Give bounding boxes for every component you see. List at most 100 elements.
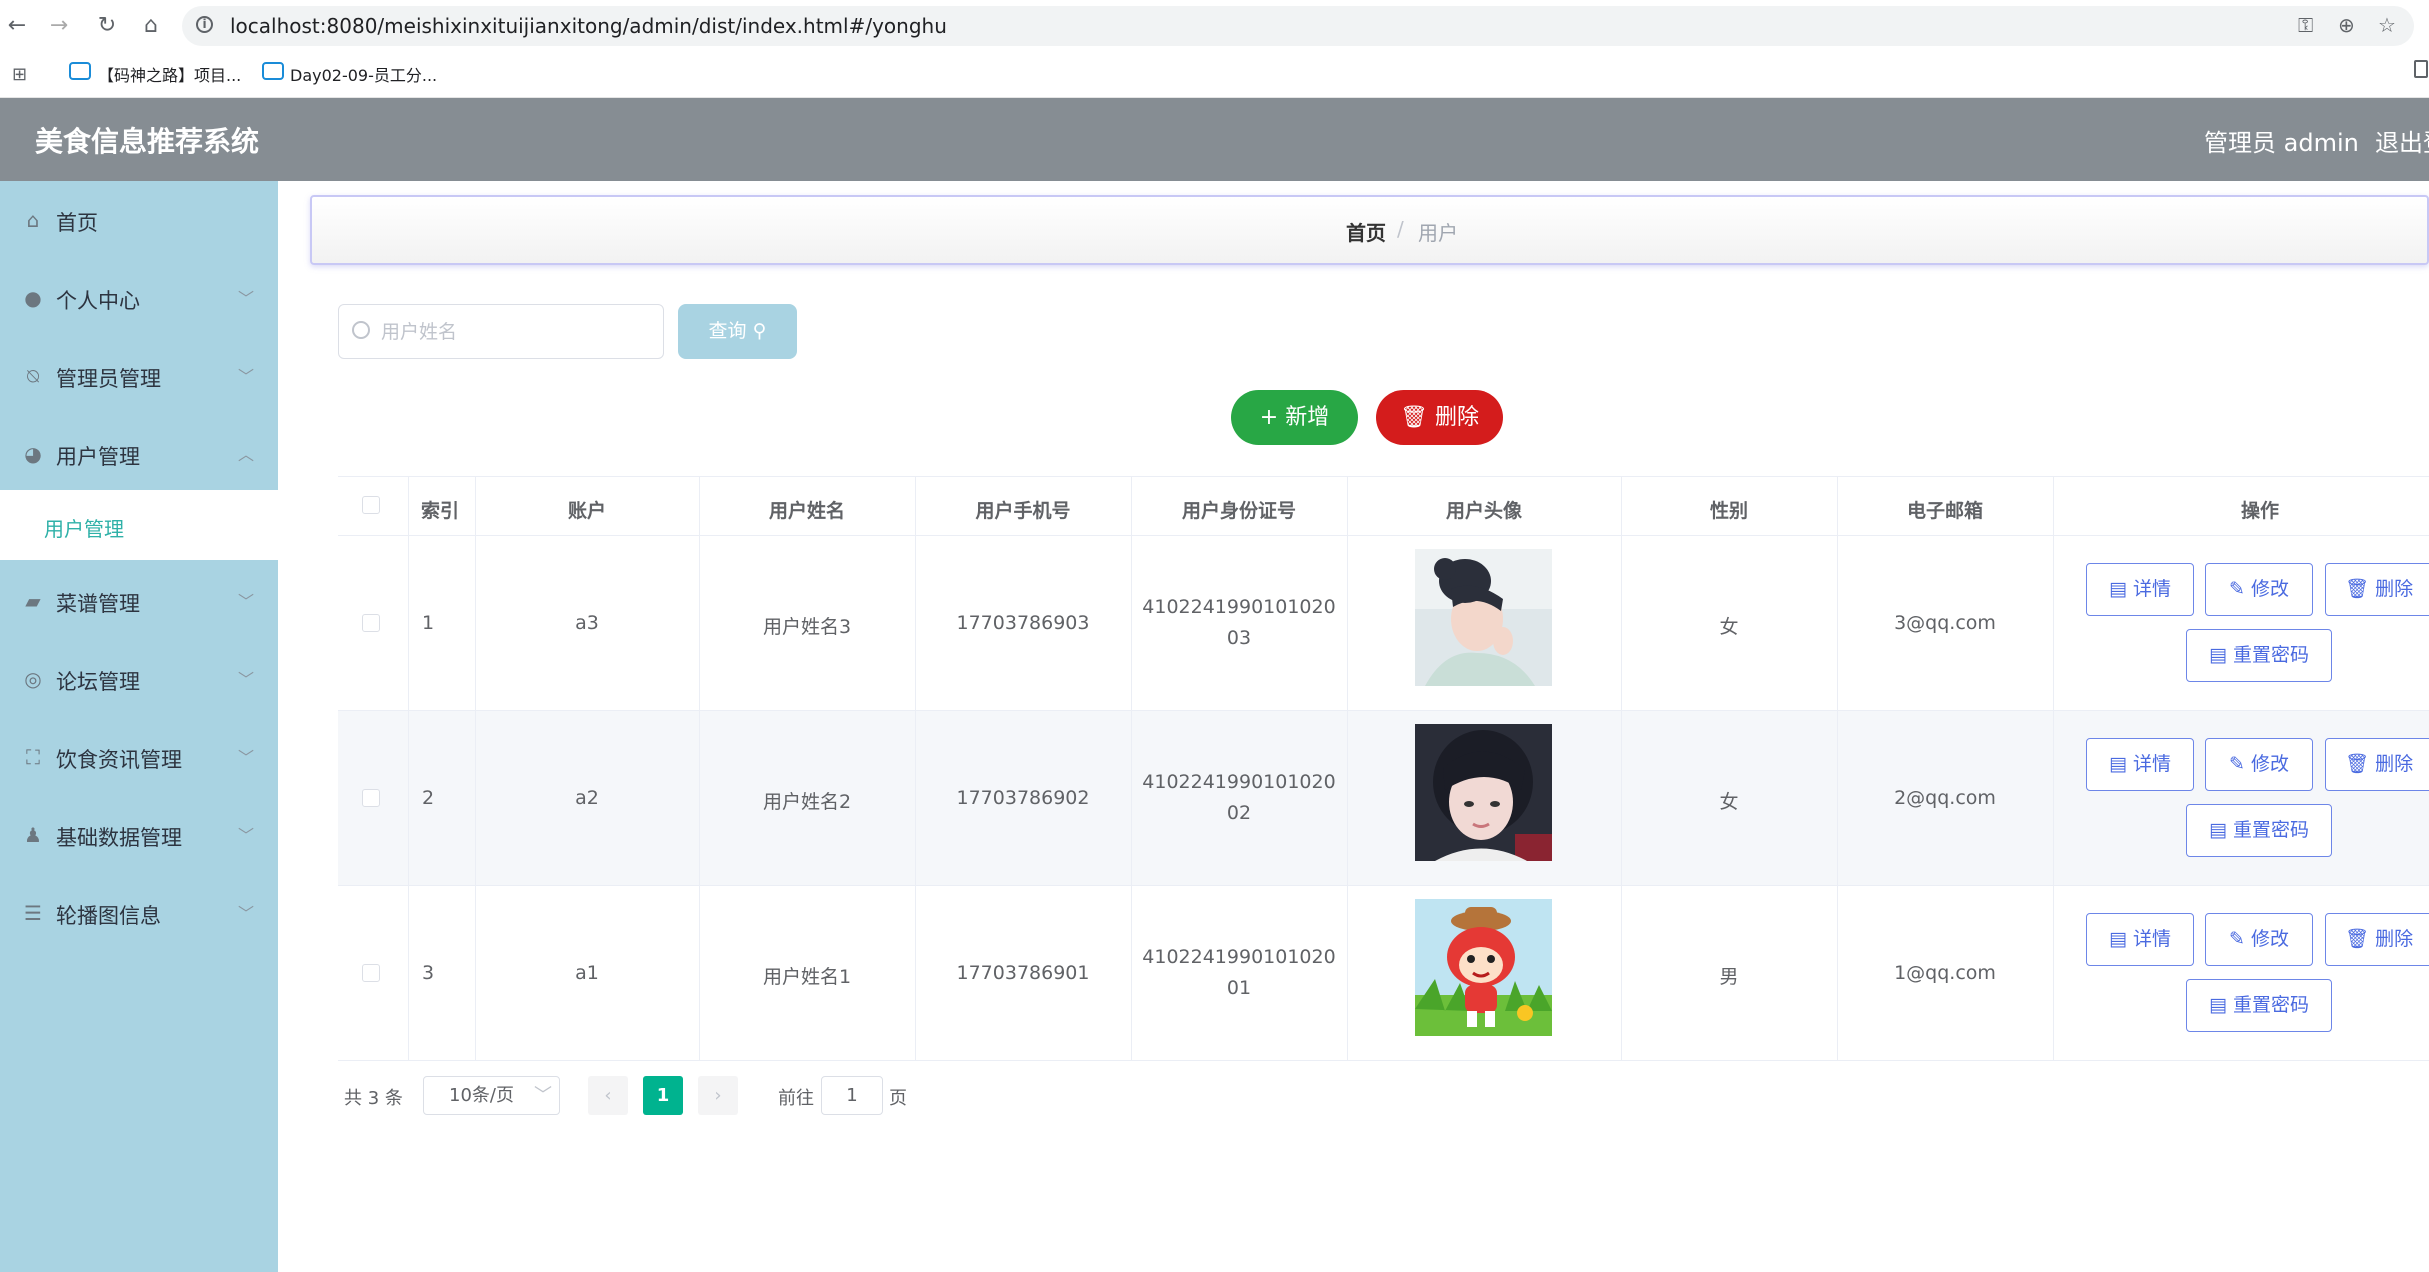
reload-icon[interactable]: ↻ [92,11,122,41]
chevron-down-icon: ﹀ [238,592,255,611]
sidebar-item-users[interactable]: ◕ 用户管理 ︿ [0,415,278,493]
logout-link[interactable]: 退出登 [2375,123,2429,158]
detail-button[interactable]: ▤ 详情 [2086,563,2194,616]
row-phone: 17703786901 [956,962,1090,984]
page-size-select[interactable]: 10条/页 ﹀ [423,1076,560,1115]
compass-icon: ◎ [24,667,42,691]
delete-button[interactable]: 🗑 删除 [2325,738,2429,791]
edit-button[interactable]: ✎ 修改 [2205,563,2313,616]
url-text[interactable]: localhost:8080/meishixinxituijianxitong/… [230,14,947,38]
row-name: 用户姓名2 [762,791,852,813]
row-phone: 17703786903 [956,612,1090,634]
sidebar-item-basic-data[interactable]: ♟ 基础数据管理 ﹀ [0,796,278,874]
row-phone: 17703786902 [956,787,1090,809]
sidebar-item-carousel[interactable]: ☰ 轮播图信息 ﹀ [0,874,278,952]
edit-button-label: 修改 [2250,578,2289,600]
sidebar-item-diet-news[interactable]: ⛶ 饮食资讯管理 ﹀ [0,718,278,796]
page-number-current[interactable]: 1 [643,1076,683,1115]
detail-button-label: 详情 [2132,928,2171,950]
avatar [1415,899,1552,1036]
bookmark-item[interactable]: Day02-09-员工分... [290,62,437,86]
row-id-number-cont: 02 [1226,802,1252,824]
reset-password-button[interactable]: ▤ 重置密码 [2186,804,2332,857]
reset-button-label: 重置密码 [2232,644,2309,666]
column-divider [1347,476,1348,1061]
delete-button[interactable]: 🗑 删除 [2325,563,2429,616]
search-icon: ⚲ [752,320,767,342]
zoom-icon[interactable]: ⊕ [2338,13,2355,37]
sidebar-item-label: 论坛管理 [56,670,140,694]
chevron-down-icon: ﹀ [238,748,255,767]
bilibili-icon [262,62,284,80]
breadcrumb-home[interactable]: 首页 [1346,217,1386,246]
document-icon: ▤ [2208,994,2227,1016]
row-id-number: 4102241990101020 [1142,771,1336,793]
plus-icon: + [1259,405,1279,430]
goto-page-input[interactable]: 1 [821,1076,883,1115]
bookmark-item[interactable]: 【码神之路】项目... [98,62,241,86]
column-divider [2053,476,2054,1061]
delete-button-label: 删除 [2375,753,2414,775]
row-account: a1 [575,962,599,984]
row-checkbox[interactable] [362,614,380,632]
key-icon[interactable]: ⚿ [2298,13,2313,37]
app-header [0,98,2429,181]
document-icon: ▤ [2208,819,2227,841]
site-info-icon[interactable]: i [196,16,213,33]
detail-button[interactable]: ▤ 详情 [2086,738,2194,791]
forward-icon[interactable]: → [44,11,74,41]
bell-off-icon: ⍉ [27,364,39,388]
next-page-button[interactable]: › [698,1076,738,1115]
sidebar-item-forum[interactable]: ◎ 论坛管理 ﹀ [0,640,278,718]
delete-button[interactable]: 🗑 删除 [2325,913,2429,966]
sidebar-item-recipes[interactable]: ▰ 菜谱管理 ﹀ [0,562,278,640]
frame-icon: ⛶ [26,745,40,769]
submenu-user-management[interactable] [0,490,278,560]
row-index: 3 [422,962,435,984]
select-all-checkbox[interactable] [362,496,380,514]
edit-button[interactable]: ✎ 修改 [2205,738,2313,791]
row-index: 1 [422,612,435,634]
prev-page-button[interactable]: ‹ [588,1076,628,1115]
reset-password-button[interactable]: ▤ 重置密码 [2186,629,2332,682]
folder-icon[interactable] [2414,60,2428,78]
row-checkbox[interactable] [362,789,380,807]
row-name: 用户姓名1 [762,966,852,988]
back-icon[interactable]: ← [2,11,32,41]
batch-delete-button[interactable]: 🗑 删除 [1376,390,1503,445]
edit-button[interactable]: ✎ 修改 [2205,913,2313,966]
chevron-down-icon: ﹀ [534,1085,552,1106]
detail-button-label: 详情 [2132,753,2171,775]
apps-icon[interactable]: ⊞ [12,64,27,85]
chevron-down-icon: ﹀ [238,904,255,923]
sidebar-item-label: 基础数据管理 [56,826,182,850]
chevron-down-icon: ﹀ [238,289,255,308]
submenu-item-label[interactable]: 用户管理 [44,513,124,542]
search-input[interactable] [338,304,664,359]
detail-button[interactable]: ▤ 详情 [2086,913,2194,966]
query-button-label: 查询 [708,320,747,342]
edit-icon: ✎ [2229,578,2245,600]
star-icon[interactable]: ☆ [2378,13,2396,37]
query-button[interactable]: 查询 ⚲ [678,304,797,359]
delete-button-label: 删除 [2375,578,2414,600]
column-divider [1131,476,1132,1061]
reset-password-button[interactable]: ▤ 重置密码 [2186,979,2332,1032]
row-account: a2 [575,787,599,809]
reset-button-label: 重置密码 [2232,994,2309,1016]
document-icon: ▤ [2208,644,2227,666]
sidebar-item-admins[interactable]: ⍉ 管理员管理 ﹀ [0,337,278,415]
avatar-cartoon-image [1415,899,1552,1036]
edit-icon: ✎ [2229,753,2245,775]
sidebar-item-profile[interactable]: ● 个人中心 ﹀ [0,259,278,337]
reset-button-label: 重置密码 [2232,819,2309,841]
row-checkbox[interactable] [362,964,380,982]
add-button[interactable]: + 新增 [1231,390,1358,445]
sidebar-item-home[interactable]: ⌂ 首页 [0,181,278,259]
page-size-value: 10条/页 [449,1085,514,1106]
row-gender: 女 [1719,616,1739,638]
home-browser-icon[interactable]: ⌂ [136,11,166,41]
sidebar-item-label: 菜谱管理 [56,592,140,616]
stamp-icon: ♟ [24,823,42,847]
app-title: 美食信息推荐系统 [35,125,260,158]
